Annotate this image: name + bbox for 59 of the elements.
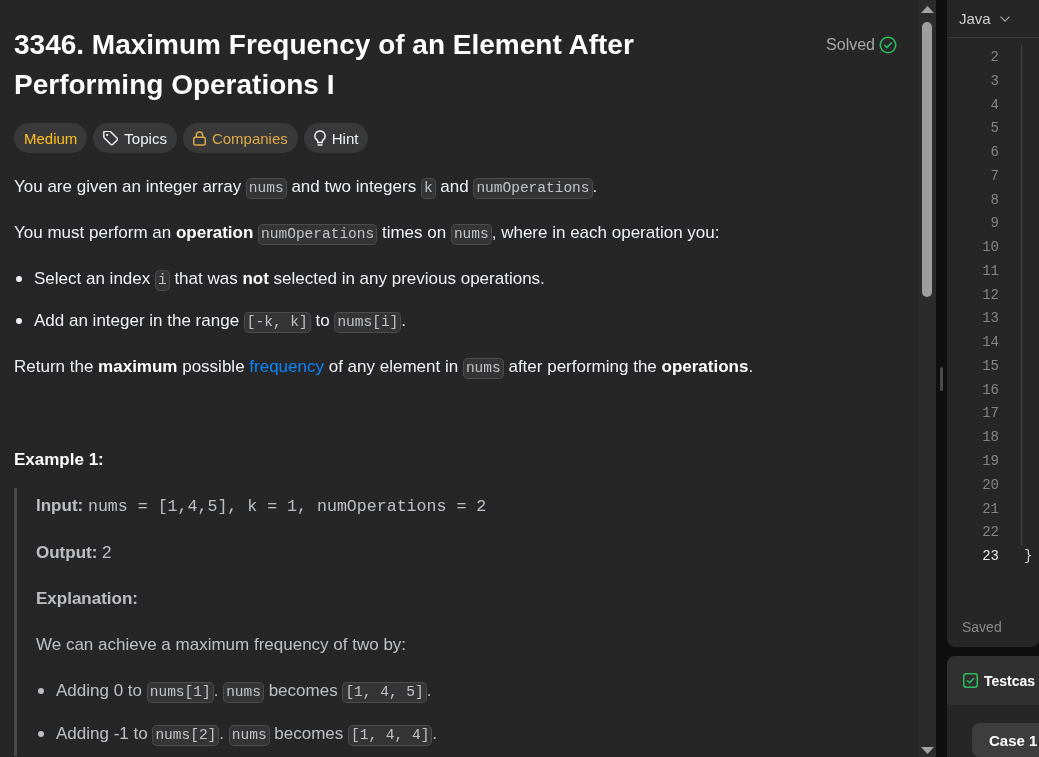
line-number: 19 xyxy=(981,452,999,471)
problem-title: 3346. Maximum Frequency of an Element After Performing Operations I xyxy=(14,28,635,102)
line-number: 10 xyxy=(981,238,999,258)
topics-button[interactable]: Topics xyxy=(93,123,177,153)
line-number: 15 xyxy=(981,356,999,376)
tag-icon xyxy=(103,130,119,146)
difficulty-label: Medium xyxy=(14,123,88,153)
testcase-tab[interactable]: Testcas xyxy=(963,672,1036,689)
line-number: 21 xyxy=(981,499,999,519)
line-number: 23 xyxy=(981,547,999,567)
case-tab[interactable]: Case 1 xyxy=(972,723,1039,757)
companies-button[interactable]: Companies xyxy=(182,123,298,153)
line-number: 13 xyxy=(981,309,999,329)
scroll-up-icon[interactable] xyxy=(920,6,934,13)
explanation-label: Explanation: xyxy=(36,588,139,610)
line-number: 17 xyxy=(981,404,999,424)
line-number: 16 xyxy=(981,380,999,400)
resize-handle[interactable] xyxy=(940,366,943,391)
description-paragraph: You must perform an operation numOperations times on nums , where in each operation you: xyxy=(14,221,897,245)
chevron-down-icon xyxy=(999,15,1010,22)
bullet-icon xyxy=(16,318,22,324)
status-text: Solved xyxy=(826,36,875,54)
list-item-text: Adding 0 to nums[1] . nums becomes [1, 4, 5] . xyxy=(56,679,432,703)
line-number: 11 xyxy=(981,261,999,281)
description-paragraph: You are given an integer array nums and two integers k and numOperations . xyxy=(14,175,897,199)
description-paragraph: Return the maximum possible frequency of any element in nums after performing the operations. xyxy=(14,355,897,379)
bullet-icon xyxy=(16,276,22,282)
save-status: Saved xyxy=(961,619,1003,637)
bullet-icon xyxy=(38,688,44,694)
scroll-down-icon[interactable] xyxy=(920,747,934,754)
list-item-text: Add an integer in the range [-k, k] to nums[i] . xyxy=(34,309,407,333)
list-item-text: Adding -1 to nums[2] . nums becomes [1, 4, 4] . xyxy=(56,722,438,746)
code-text: } xyxy=(1024,547,1033,567)
line-number: 2 xyxy=(989,48,999,67)
bullet-icon xyxy=(38,731,44,737)
line-number: 8 xyxy=(989,190,999,210)
language-dropdown[interactable]: Java xyxy=(959,10,1010,27)
checkbox-icon xyxy=(963,673,978,688)
scrollbar-thumb[interactable] xyxy=(922,22,932,297)
line-number: 14 xyxy=(981,333,999,353)
line-number: 7 xyxy=(989,166,999,186)
line-number: 22 xyxy=(981,523,999,543)
line-number: 6 xyxy=(989,143,999,163)
list-item-text: Select an index i that was not selected in any previous operations. xyxy=(34,267,545,291)
line-number: 12 xyxy=(981,285,999,305)
line-number: 18 xyxy=(981,428,999,448)
example-heading: Example 1: xyxy=(14,449,105,471)
line-number: 3 xyxy=(989,71,999,91)
example-text: Output: 2 xyxy=(36,542,113,564)
line-number: 9 xyxy=(989,214,999,234)
line-number: 20 xyxy=(981,475,999,495)
line-number: 5 xyxy=(989,119,999,139)
example-text: Input: nums = [1,4,5], k = 1, numOperations = 2 xyxy=(36,495,488,518)
example-text: We can achieve a maximum frequency of two by: xyxy=(36,634,408,656)
hint-button[interactable]: Hint xyxy=(303,123,369,153)
inline-link[interactable]: frequency xyxy=(249,357,324,376)
lock-icon xyxy=(192,130,206,146)
lightbulb-icon xyxy=(313,130,326,146)
line-number: 4 xyxy=(989,95,999,115)
